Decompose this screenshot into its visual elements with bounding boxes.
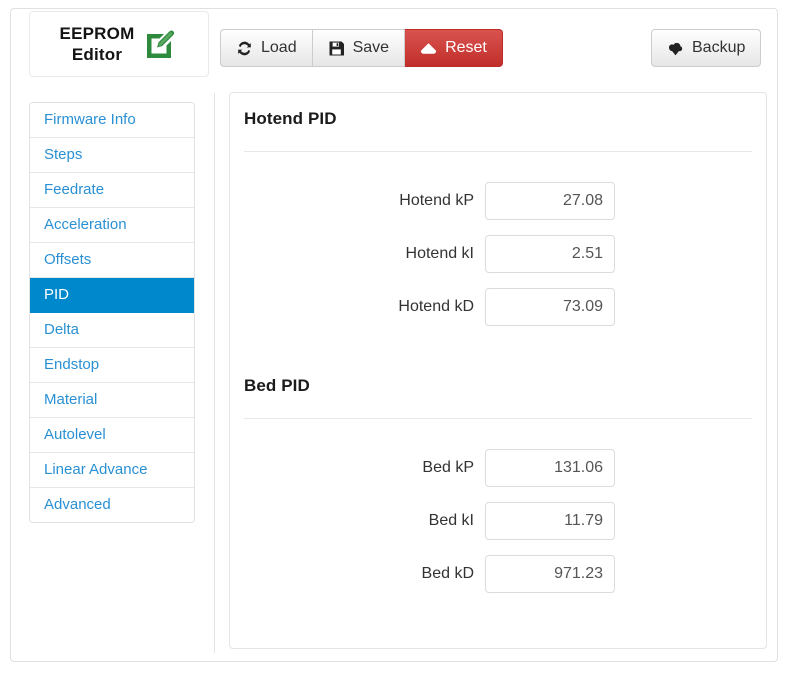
- field-label: Bed kI: [428, 512, 474, 529]
- sidebar-item-linear-advance[interactable]: Linear Advance: [30, 453, 194, 488]
- sidebar-item-steps[interactable]: Steps: [30, 138, 194, 173]
- toolbar: EEPROM Editor Load Save Reset Backup: [11, 9, 777, 81]
- form-row: Bed kI: [230, 502, 766, 540]
- form-row: Bed kP: [230, 449, 766, 487]
- app-root: EEPROM Editor Load Save Reset Backup Fir…: [0, 0, 791, 682]
- section-title: Hotend PID: [244, 109, 337, 128]
- floppy-disk-icon: [328, 40, 345, 57]
- section-divider: [244, 418, 752, 419]
- field-input-bed-kd[interactable]: [485, 555, 615, 593]
- field-input-bed-ki[interactable]: [485, 502, 615, 540]
- field-input-hotend-kd[interactable]: [485, 288, 615, 326]
- app-title: EEPROM Editor: [60, 23, 135, 66]
- page-card: EEPROM Editor Load Save Reset Backup Fir…: [10, 8, 778, 662]
- sidebar-item-label: Offsets: [44, 251, 92, 268]
- reset-button-label: Reset: [445, 39, 487, 56]
- sidebar-item-pid[interactable]: PID: [30, 278, 194, 313]
- load-button-label: Load: [261, 39, 297, 56]
- backup-button-label: Backup: [692, 39, 746, 56]
- sidebar-item-advanced[interactable]: Advanced: [30, 488, 194, 522]
- load-button[interactable]: Load: [220, 29, 313, 67]
- sidebar-item-label: Material: [44, 391, 98, 408]
- save-button[interactable]: Save: [312, 29, 406, 67]
- eraser-icon: [420, 40, 437, 57]
- field-input-hotend-kp[interactable]: [485, 182, 615, 220]
- form-row: Hotend kI: [230, 235, 766, 273]
- reset-button[interactable]: Reset: [405, 29, 503, 67]
- sidebar-item-label: Firmware Info: [44, 111, 136, 128]
- sidebar-item-label: Acceleration: [44, 216, 127, 233]
- sidebar-nav: Firmware Info Steps Feedrate Acceleration Of…: [29, 102, 195, 523]
- sidebar-item-material[interactable]: Material: [30, 383, 194, 418]
- sidebar-item-label: PID: [44, 286, 70, 303]
- app-brand: EEPROM Editor: [29, 11, 209, 77]
- form-row: Bed kD: [230, 555, 766, 593]
- sidebar-item-firmware-info[interactable]: Firmware Info: [30, 103, 194, 138]
- app-title-line1: EEPROM: [59, 23, 135, 43]
- sidebar-item-label: Feedrate: [44, 181, 105, 198]
- sidebar-item-acceleration[interactable]: Acceleration: [30, 208, 194, 243]
- sidebar-item-label: Steps: [44, 146, 83, 163]
- cloud-download-icon: [667, 40, 684, 57]
- sidebar-item-label: Linear Advance: [44, 461, 148, 478]
- field-input-bed-kp[interactable]: [485, 449, 615, 487]
- save-button-label: Save: [352, 39, 390, 56]
- section-title: Bed PID: [244, 376, 310, 395]
- edit-square-pencil-icon: [144, 27, 178, 61]
- toolbar-button-group: Load Save Reset: [220, 29, 503, 67]
- form-row: Hotend kD: [230, 288, 766, 326]
- section-divider: [244, 151, 752, 152]
- sidebar-item-label: Autolevel: [44, 426, 106, 443]
- refresh-icon: [236, 40, 253, 57]
- content-panel: Hotend PID Hotend kP Hotend kI Hotend kD Bed…: [229, 92, 767, 649]
- sidebar-item-label: Delta: [44, 321, 80, 338]
- vertical-divider: [214, 93, 215, 653]
- sidebar-item-label: Endstop: [44, 356, 100, 373]
- field-label: Bed kP: [422, 459, 474, 476]
- field-input-hotend-ki[interactable]: [485, 235, 615, 273]
- field-label: Bed kD: [421, 565, 474, 582]
- app-title-line2: Editor: [71, 45, 123, 64]
- backup-button[interactable]: Backup: [651, 29, 762, 67]
- field-label: Hotend kI: [405, 245, 474, 262]
- sidebar-item-label: Advanced: [44, 496, 111, 513]
- sidebar-item-autolevel[interactable]: Autolevel: [30, 418, 194, 453]
- sidebar-item-feedrate[interactable]: Feedrate: [30, 173, 194, 208]
- sidebar-item-offsets[interactable]: Offsets: [30, 243, 194, 278]
- field-label: Hotend kD: [398, 298, 474, 315]
- sidebar-item-endstop[interactable]: Endstop: [30, 348, 194, 383]
- body-row: Firmware Info Steps Feedrate Acceleration Of…: [11, 81, 777, 661]
- field-label: Hotend kP: [399, 192, 474, 209]
- form-row: Hotend kP: [230, 182, 766, 220]
- sidebar-item-delta[interactable]: Delta: [30, 313, 194, 348]
